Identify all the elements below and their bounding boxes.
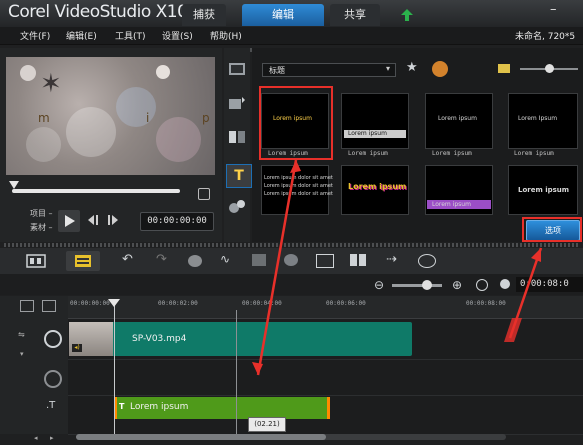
annotation-arrows [252, 159, 543, 376]
